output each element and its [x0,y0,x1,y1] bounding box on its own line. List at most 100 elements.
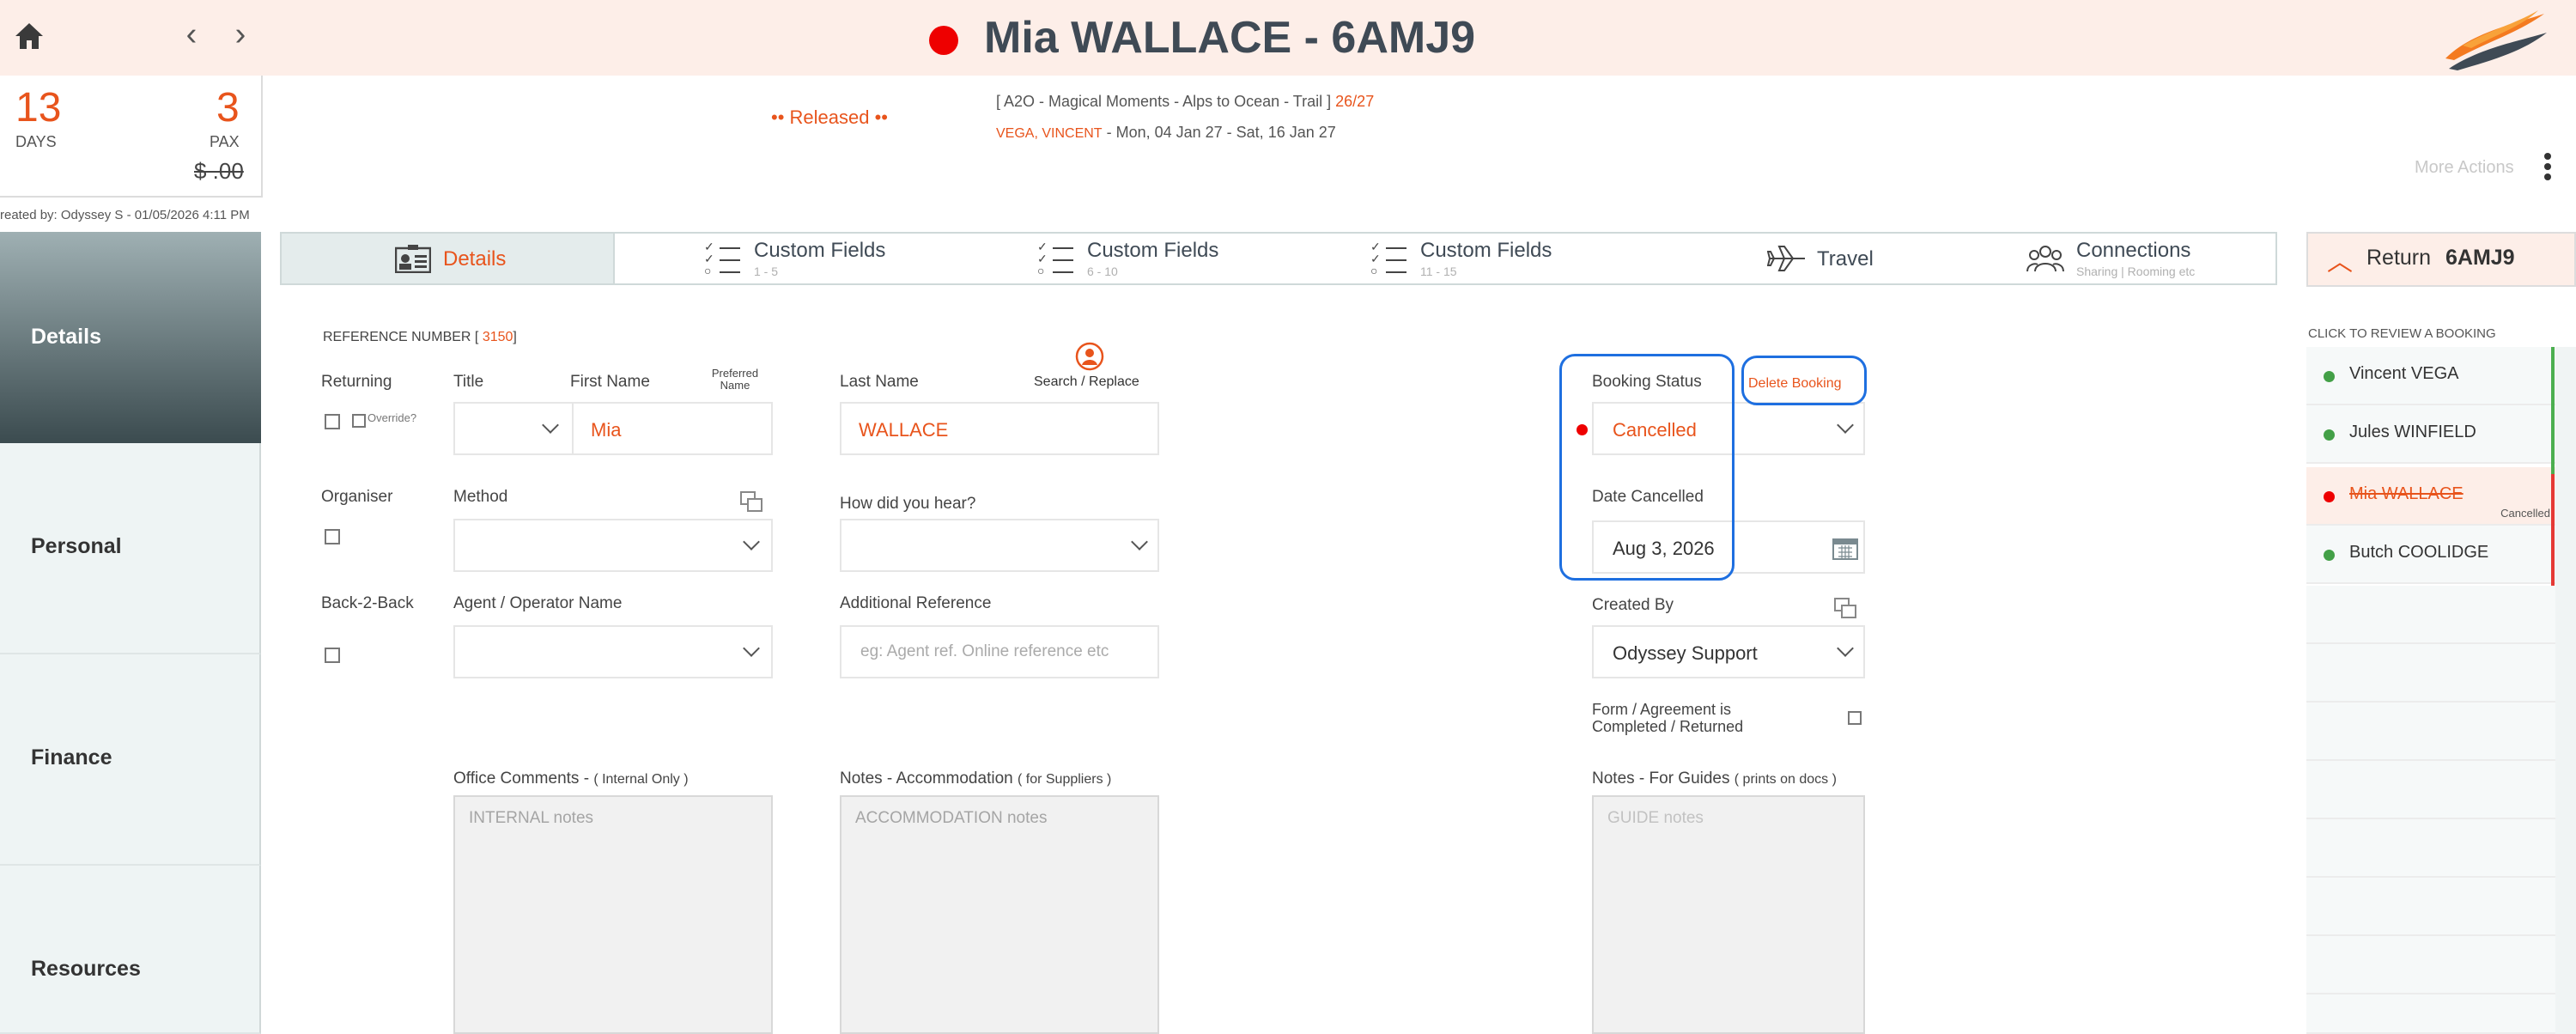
chevron-left-icon[interactable]: ‹ [176,15,207,53]
tab-label: Custom Fields [1087,239,1219,262]
pax-count: 3 [216,85,240,131]
pax-label: PAX [210,133,240,150]
method-select[interactable] [453,519,773,572]
sidebar-item-finance[interactable]: Finance [0,654,261,866]
tab-custom-fields-1[interactable]: ✓ ✓ ○ Custom Fields 1 - 5 [615,234,948,283]
passenger-item[interactable]: Butch COOLIDGE [2306,526,2555,584]
last-name-label: Last Name [840,373,919,391]
passenger-item-current[interactable]: Mia WALLACE Cancelled [2306,467,2555,526]
cancelled-dot [2324,491,2335,502]
notes-accom-textarea[interactable]: ACCOMMODATION notes [840,795,1159,1034]
tab-label: Details [443,247,507,271]
calendar-icon[interactable] [1832,538,1858,564]
notes-accom-title: Notes - Accommodation [840,769,1018,788]
empty-row [2306,878,2555,936]
highlight-delete-box [1741,356,1867,405]
highlight-status-box [1559,354,1735,581]
status-bar-active [2551,347,2555,474]
tour-seats: 26/27 [1335,93,1375,110]
user-search-icon[interactable] [1075,342,1104,375]
status-dot [929,26,958,55]
tab-connections[interactable]: Connections Sharing | Rooming etc [1947,234,2279,283]
sidebar-item-resources[interactable]: Resources [0,866,261,1034]
reference-number: REFERENCE NUMBER [ 3150] [323,330,517,345]
passenger-name: Mia WALLACE [2349,484,2464,503]
sidebar-item-label: Details [31,325,101,349]
empty-row [2306,586,2555,644]
back2back-checkbox[interactable] [325,648,340,663]
created-by-select[interactable]: Odyssey Support [1592,625,1865,678]
form-agreement-label: Form / Agreement is Completed / Returned [1592,701,1743,735]
passenger-name: Butch COOLIDGE [2349,543,2489,562]
passenger-item[interactable]: Vincent VEGA [2306,347,2555,405]
office-comments-title: Office Comments - [453,769,594,788]
tab-sublabel: Sharing | Rooming etc [2076,265,2196,278]
reference-close: ] [513,330,517,344]
created-info: reated by: Odyssey S - 01/05/2026 4:11 P… [0,208,250,222]
first-name-input[interactable]: Mia [572,402,773,455]
sidebar-item-personal[interactable]: Personal [0,443,261,654]
created-by-label: Created By [1592,596,1674,614]
id-card-icon [394,244,432,277]
additional-ref-placeholder: eg: Agent ref. Online reference etc [860,642,1109,660]
override-checkbox[interactable] [352,414,366,428]
chevron-down-icon [1837,417,1854,434]
more-actions-label[interactable]: More Actions [2415,158,2514,178]
organiser-checkbox[interactable] [325,529,340,544]
preferred-name-label[interactable]: Preferred Name [702,368,768,392]
first-name-value: Mia [591,419,622,441]
copy-icon[interactable] [740,491,764,514]
office-comments-textarea[interactable]: INTERNAL notes [453,795,773,1034]
return-label: Return 6AMJ9 [2366,246,2515,271]
last-name-input[interactable]: WALLACE [840,402,1159,455]
passenger-item[interactable]: Jules WINFIELD [2306,405,2555,464]
title-select[interactable] [453,402,574,455]
form-agreement-checkbox[interactable] [1848,711,1862,725]
tab-details[interactable]: Details [282,234,615,283]
tab-travel[interactable]: Travel [1614,234,1947,283]
guide-name: VEGA, VINCENT [996,126,1103,141]
returning-checkbox[interactable] [325,414,340,429]
chevron-down-icon [743,533,760,550]
notes-guides-title: Notes - For Guides [1592,769,1735,788]
tour-name: [ A2O - Magical Moments - Alps to Ocean … [996,93,1332,110]
active-dot [2324,429,2335,441]
empty-row [2306,936,2555,994]
chevron-down-icon [1837,640,1854,657]
page-title: Mia WALLACE - 6AMJ9 [984,13,1476,63]
empty-row [2306,703,2555,761]
guide-info: VEGA, VINCENT - Mon, 04 Jan 27 - Sat, 16… [996,124,1336,142]
review-heading: CLICK TO REVIEW A BOOKING [2308,326,2496,341]
last-name-value: WALLACE [859,419,949,441]
status-bar-cancelled [2551,474,2555,586]
search-replace-label[interactable]: Search / Replace [1034,374,1139,390]
tour-info[interactable]: [ A2O - Magical Moments - Alps to Ocean … [996,93,1374,111]
home-icon[interactable] [12,19,46,53]
notes-guides-textarea[interactable]: GUIDE notes [1592,795,1865,1034]
empty-row [2306,819,2555,878]
how-hear-select[interactable] [840,519,1159,572]
sidebar-item-details[interactable]: Details [0,232,261,443]
office-comments-placeholder: INTERNAL notes [469,809,594,827]
empty-row [2306,644,2555,703]
kebab-menu-icon[interactable] [2542,153,2554,187]
tab-custom-fields-3[interactable]: ✓ ✓ ○ Custom Fields 11 - 15 [1281,234,1614,283]
passenger-name: Vincent VEGA [2349,364,2459,383]
scrollbar[interactable] [2555,347,2576,1034]
tab-bar: Details ✓ ✓ ○ Custom Fields 1 - 5 ✓ ✓ ○ Cust… [280,232,2277,285]
notes-accom-label: Notes - Accommodation ( for Suppliers ) [840,769,1111,788]
tab-custom-fields-2[interactable]: ✓ ✓ ○ Custom Fields 6 - 10 [948,234,1281,283]
copy-icon[interactable] [1834,598,1858,620]
tour-dates: - Mon, 04 Jan 27 - Sat, 16 Jan 27 [1106,124,1336,141]
empty-row [2306,994,2555,1034]
chevron-right-icon[interactable]: › [225,15,256,53]
form-agreement-line-2: Completed / Returned [1592,718,1744,735]
agent-select[interactable] [453,625,773,678]
additional-ref-input[interactable]: eg: Agent ref. Online reference etc [840,625,1159,678]
how-hear-label: How did you hear? [840,495,976,513]
checklist-icon: ✓ ✓ ○ [1037,240,1073,277]
passenger-status: Cancelled [2500,507,2550,520]
form-agreement-line-1: Form / Agreement is [1592,701,1732,718]
price: $ .00 [194,158,244,184]
override-label: Override? [368,411,417,424]
